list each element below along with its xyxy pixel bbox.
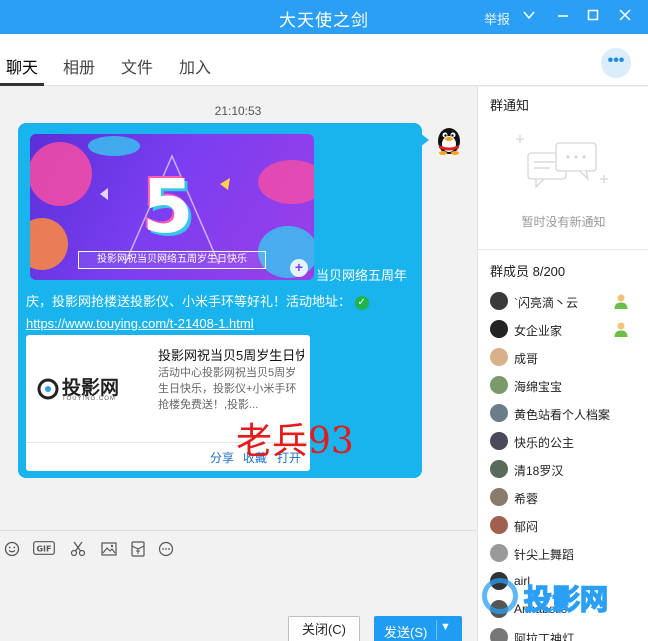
avatar[interactable] xyxy=(490,320,508,338)
member-name: 黄色站看个人档案 xyxy=(514,408,611,422)
tab-chat[interactable]: 聊天 xyxy=(6,54,38,78)
card-description: 活动中心投影网祝当贝5周岁生日快乐，投影仪+小米手环抢楼免费送！,投影... xyxy=(158,367,297,411)
member-name: 海绵宝宝 xyxy=(514,380,563,394)
avatar[interactable] xyxy=(490,544,508,562)
anniversary-number-graphic: 5 xyxy=(142,164,194,250)
bubble-tail xyxy=(420,133,429,147)
member-item[interactable]: 成哥 xyxy=(490,347,640,369)
window-title: 大天使之剑 xyxy=(279,11,369,30)
message-text: 庆，投影网抢楼送投影仪、小米手环等好礼！活动地址： ✓ xyxy=(26,291,369,310)
member-name: `闪亮滴丶云 xyxy=(514,296,578,310)
title-bar: 大天使之剑 举报 xyxy=(0,0,648,34)
report-button[interactable]: 举报 xyxy=(484,9,510,28)
members-title: 群成员 8/200 xyxy=(490,264,566,279)
send-label: 发送(S) xyxy=(384,625,428,640)
maximize-icon[interactable] xyxy=(582,6,604,28)
member-item[interactable]: 黄色站看个人档案 xyxy=(490,403,640,425)
minimize-icon[interactable] xyxy=(552,6,574,28)
chat-area: 21:10:53 5 投影网祝当贝网络五周岁生日快乐 + 当贝网络五周年 庆，投… xyxy=(0,87,476,530)
member-item[interactable]: `闪亮滴丶云 xyxy=(490,291,640,313)
member-name: 郁闷 xyxy=(514,520,539,534)
red-packet-icon[interactable] xyxy=(128,541,148,559)
avatar[interactable] xyxy=(490,516,508,534)
tab-files[interactable]: 文件 xyxy=(121,54,153,78)
more-icon[interactable] xyxy=(156,541,176,559)
banner-caption: 投影网祝当贝网络五周岁生日快乐 xyxy=(78,251,266,269)
chevron-down-icon[interactable] xyxy=(518,6,540,28)
avatar[interactable] xyxy=(490,348,508,366)
admin-user-icon xyxy=(612,320,630,338)
member-item[interactable]: 阿拉丁神灯 xyxy=(490,627,640,641)
member-name: 成哥 xyxy=(514,352,539,366)
message-text-line: 庆，投影网抢楼送投影仪、小米手环等好礼！活动地址： xyxy=(26,294,352,309)
close-icon[interactable] xyxy=(614,6,636,28)
touying-watermark-logo-icon: 投影网 xyxy=(478,574,648,626)
gif-icon[interactable]: GIF xyxy=(32,541,56,559)
promo-banner-image[interactable]: 5 投影网祝当贝网络五周岁生日快乐 + xyxy=(30,134,314,280)
send-button[interactable]: 发送(S) ▼ xyxy=(374,616,462,641)
tab-album[interactable]: 相册 xyxy=(63,54,95,78)
avatar[interactable] xyxy=(490,628,508,641)
emoji-icon[interactable] xyxy=(2,541,22,559)
member-name: 针尖上舞蹈 xyxy=(514,548,575,562)
send-divider xyxy=(436,620,437,640)
avatar[interactable] xyxy=(490,376,508,394)
overlay-text: 老兵93 xyxy=(236,421,354,462)
member-name: 清18罗汉 xyxy=(514,464,564,478)
composer-toolbar: GIF xyxy=(0,530,476,568)
notice-title: 群通知 xyxy=(490,98,530,113)
sidebar-divider xyxy=(478,249,648,250)
member-item[interactable]: 海绵宝宝 xyxy=(490,375,640,397)
message-timestamp: 21:10:53 xyxy=(214,104,262,118)
member-item[interactable]: 女企业家 xyxy=(490,319,640,341)
notice-empty-text: 暂时没有新通知 xyxy=(521,215,606,229)
avatar[interactable] xyxy=(490,292,508,310)
watermark-text: 投影网 xyxy=(523,583,609,616)
verified-icon: ✓ xyxy=(354,295,369,310)
message-text: 当贝网络五周年 xyxy=(316,268,408,283)
member-item[interactable]: 郁闷 xyxy=(490,515,640,537)
avatar[interactable] xyxy=(490,460,508,478)
logo-subtext: TOUYING.COM xyxy=(62,396,116,402)
avatar[interactable] xyxy=(490,432,508,450)
scissors-icon[interactable] xyxy=(68,541,88,559)
member-item[interactable]: 针尖上舞蹈 xyxy=(490,543,640,565)
image-icon[interactable] xyxy=(99,541,119,559)
member-item[interactable]: 希蓉 xyxy=(490,487,640,509)
close-button[interactable]: 关闭(C) xyxy=(288,616,360,641)
more-options-button[interactable]: ••• xyxy=(601,48,631,78)
member-name: 阿拉丁神灯 xyxy=(514,632,575,641)
member-name: 希蓉 xyxy=(514,492,539,506)
share-button[interactable]: 分享 xyxy=(210,449,234,466)
active-tab-indicator xyxy=(0,83,44,86)
empty-notice-illustration-icon xyxy=(508,125,618,205)
tab-bar: 聊天 相册 文件 加入 ••• xyxy=(0,34,648,86)
sender-avatar-penguin-icon[interactable] xyxy=(434,125,464,155)
avatar[interactable] xyxy=(490,404,508,422)
member-name: 女企业家 xyxy=(514,324,563,338)
activity-link[interactable]: https://www.touying.com/t-21408-1.html xyxy=(26,316,254,331)
admin-user-icon xyxy=(612,292,630,310)
avatar[interactable] xyxy=(490,488,508,506)
zoom-plus-icon[interactable]: + xyxy=(290,259,308,277)
member-item[interactable]: 快乐的公主 xyxy=(490,431,640,453)
svg-text:GIF: GIF xyxy=(36,545,51,554)
watermark-ring xyxy=(482,578,518,614)
group-sidebar: 群通知 暂时没有新通知 群成员 8/200 `闪亮滴丶云 女企业家成哥海绵宝宝黄色… xyxy=(477,87,648,641)
member-item[interactable]: 清18罗汉 xyxy=(490,459,640,481)
tab-join[interactable]: 加入 xyxy=(179,54,211,78)
member-name: 快乐的公主 xyxy=(514,436,575,450)
card-title: 投影网祝当贝5周岁生日快乐... xyxy=(158,348,304,363)
chevron-down-icon[interactable]: ▼ xyxy=(440,621,451,633)
